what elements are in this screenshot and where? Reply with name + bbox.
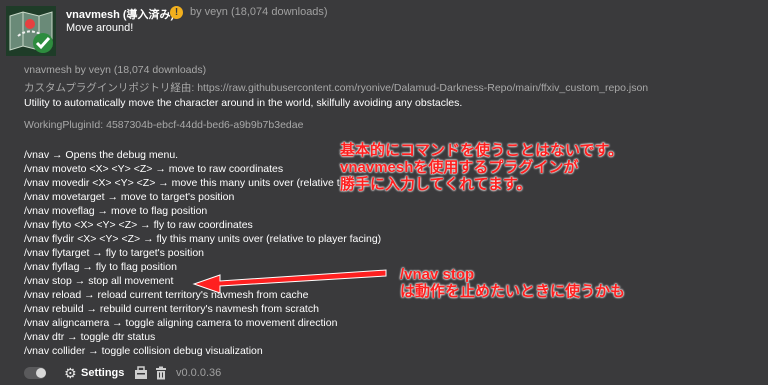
working-plugin-id: WorkingPluginId: 4587304b-ebcf-44dd-bed6… xyxy=(24,119,304,131)
command-item: /vnav flytarget → fly to target's positi… xyxy=(24,247,205,259)
command-item: /vnav movetarget → move to target's posi… xyxy=(24,191,235,203)
enable-toggle[interactable] xyxy=(24,367,46,379)
warning-icon[interactable]: ! xyxy=(170,6,183,19)
command-item: /vnav aligncamera → toggle aligning came… xyxy=(24,317,338,329)
plugin-map-icon xyxy=(6,6,56,56)
command-item: /vnav flydir <X> <Y> <Z> → fly this many… xyxy=(24,233,382,245)
annotation-line: は動作を止めたいときに使うかも xyxy=(400,283,626,300)
plugin-description: Move around! xyxy=(66,22,134,34)
command-item: /vnav flyflag → fly to flag position xyxy=(24,261,177,273)
repo-source: カスタムプラグインリポジトリ経由: https://raw.githubuser… xyxy=(24,82,649,94)
command-item: /vnav dtr → toggle dtr status xyxy=(24,331,156,343)
annotation-line: 基本的にコマンドを使うことはないです。 xyxy=(340,142,624,159)
annotation-line: 勝手に入力してくれてます。 xyxy=(340,176,532,193)
settings-button[interactable]: Settings xyxy=(81,367,124,379)
annotation-note-stop: /vnav stop は動作を止めたいときに使うかも xyxy=(400,266,625,300)
version-label: v0.0.0.36 xyxy=(176,367,222,379)
plugin-name: vnavmesh (導入済み) xyxy=(66,9,175,21)
command-item: /vnav stop → stop all movement xyxy=(24,275,174,287)
checkmark-icon xyxy=(33,33,53,53)
command-item: /vnav collider → toggle collision debug … xyxy=(24,345,263,357)
trash-icon[interactable] xyxy=(154,366,168,385)
annotation-note-commands: 基本的にコマンドを使うことはないです。 vnavmeshを使用するプラグインが … xyxy=(340,142,623,193)
command-item: /vnav rebuild → rebuild current territor… xyxy=(24,303,319,315)
annotation-line: /vnav stop xyxy=(400,266,475,283)
detail-title: vnavmesh by veyn (18,074 downloads) xyxy=(24,64,207,76)
command-item: /vnav flyto <X> <Y> <Z> → fly to raw coo… xyxy=(24,219,253,231)
gear-icon[interactable]: ⚙ xyxy=(64,365,77,382)
plugin-summary: Utility to automatically move the charac… xyxy=(24,97,463,109)
annotation-line: vnavmeshを使用するプラグインが xyxy=(340,159,579,176)
copy-icon[interactable] xyxy=(134,366,148,385)
command-item: /vnav moveto <X> <Y> <Z> → move to raw c… xyxy=(24,163,284,175)
plugin-meta: by veyn (18,074 downloads) xyxy=(190,6,328,18)
command-item: /vnav movedir <X> <Y> <Z> → move this ma… xyxy=(24,177,340,189)
command-item: /vnav → Opens the debug menu. xyxy=(24,149,179,161)
red-arrow-icon xyxy=(192,269,387,294)
plugin-footer: ⚙ Settings v0.0.0.36 xyxy=(24,365,284,385)
command-item: /vnav moveflag → move to flag position xyxy=(24,205,208,217)
toggle-knob xyxy=(36,368,46,378)
